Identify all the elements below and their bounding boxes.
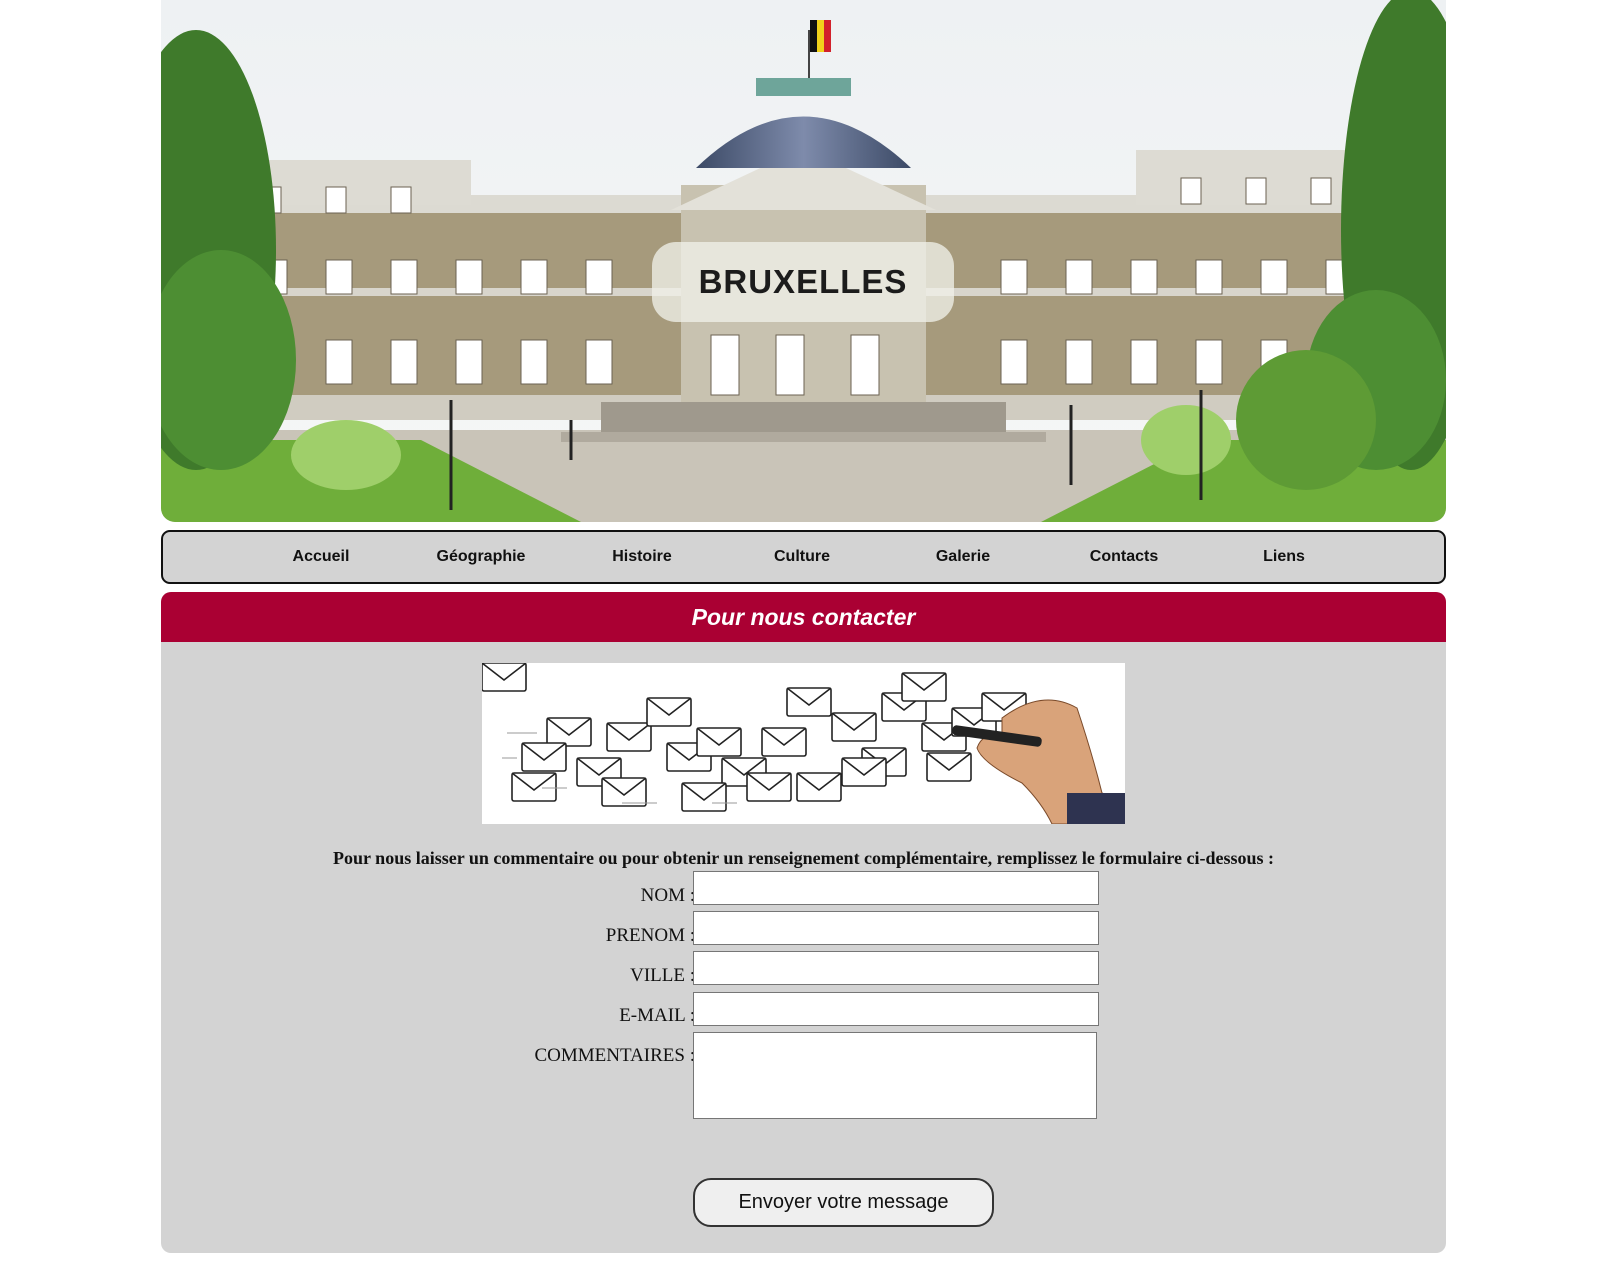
header-banner: BRUXELLES [161,0,1446,522]
nav-accueil[interactable]: Accueil [241,532,401,582]
ville-label: VILLE : [630,965,695,986]
send-message-button[interactable]: Envoyer votre message [693,1178,994,1227]
banner-title-box: BRUXELLES [652,242,954,322]
nav-geographie[interactable]: Géographie [401,532,561,582]
nav-galerie[interactable]: Galerie [883,532,1043,582]
prenom-label: PRENOM : [605,925,695,946]
site-title: BRUXELLES [698,263,908,300]
commentaires-label: COMMENTAIRES : [534,1045,695,1066]
envelopes-illustration [482,663,1125,824]
nom-field[interactable] [693,871,1099,905]
panel-header: Pour nous contacter [161,592,1446,642]
email-label: E-MAIL : [619,1005,695,1026]
prenom-field[interactable] [693,911,1099,945]
email-field[interactable] [693,992,1099,1026]
nav-liens[interactable]: Liens [1204,532,1364,582]
main-nav: Accueil Géographie Histoire Culture Gale… [161,530,1446,584]
nav-contacts[interactable]: Contacts [1044,532,1204,582]
ville-field[interactable] [693,951,1099,985]
panel-title: Pour nous contacter [691,604,916,630]
form-intro: Pour nous laisser un commentaire ou pour… [333,848,1274,868]
contact-panel: Pour nous contacter Pour nous laisser un… [161,592,1446,1253]
nav-culture[interactable]: Culture [722,532,882,582]
nom-label: NOM : [640,885,695,906]
nav-histoire[interactable]: Histoire [562,532,722,582]
commentaires-field[interactable] [693,1032,1097,1119]
